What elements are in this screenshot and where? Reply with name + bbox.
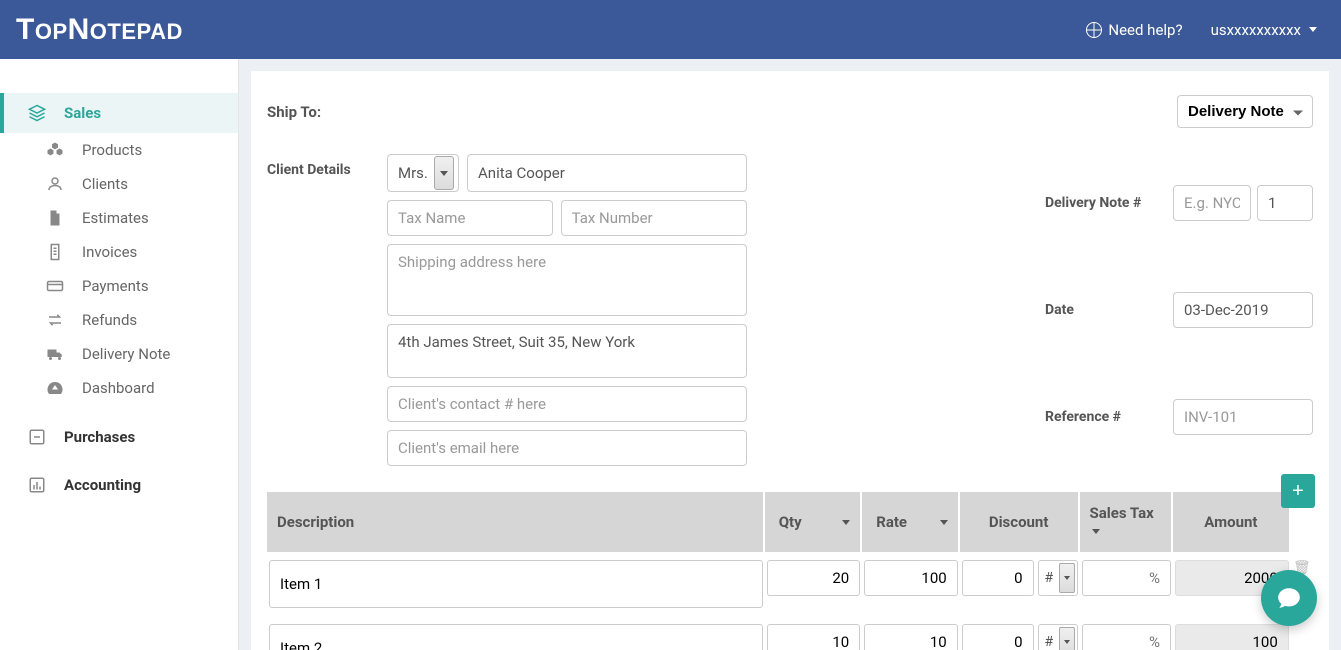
item-description-input[interactable] [269,624,763,650]
sidebar-label: Accounting [64,476,141,494]
th-description[interactable]: Description [267,492,765,552]
user-icon [44,175,66,193]
dn-number-input[interactable] [1257,185,1313,221]
item-qty-input[interactable] [767,560,861,596]
shipping-address-input[interactable] [387,244,747,316]
minus-square-icon [26,428,48,446]
ship-to-label: Ship To: [267,103,321,121]
tax-name-input[interactable] [387,200,553,236]
sidebar-label: Refunds [82,311,137,329]
item-tax-input[interactable] [1082,624,1171,650]
th-rate[interactable]: Rate [862,492,960,552]
sidebar-item-payments[interactable]: Payments [0,269,238,303]
chevron-down-icon [1092,529,1100,534]
sidebar-item-clients[interactable]: Clients [0,167,238,201]
chevron-down-icon [1059,627,1075,650]
document-icon [44,243,66,261]
swap-icon [44,311,66,329]
client-title-select[interactable]: Mrs. [387,154,459,192]
sidebar-label: Estimates [82,209,149,227]
item-amount-output [1175,624,1289,650]
billing-address-input[interactable] [387,324,747,378]
truck-icon [44,345,66,363]
topbar: TOPNOTEPAD Need help? usxxxxxxxxxx [0,0,1341,59]
caret-down-icon [1309,27,1317,32]
sidebar-item-purchases[interactable]: Purchases [0,417,238,457]
chevron-down-icon [434,156,454,190]
sidebar-label: Sales [64,104,101,122]
sidebar-item-sales[interactable]: Sales [0,93,238,133]
delivery-note-number-label: Delivery Note # [1045,195,1165,211]
sidebar-item-dashboard[interactable]: Dashboard [0,371,238,405]
card-icon [44,277,66,295]
sidebar-label: Payments [82,277,149,295]
sidebar-item-products[interactable]: Products [0,133,238,167]
chat-icon [1276,585,1302,611]
chevron-down-icon [842,520,850,525]
layers-icon [26,104,48,122]
username-label: usxxxxxxxxxx [1211,21,1301,39]
item-discount-input[interactable] [962,624,1034,650]
reference-input[interactable] [1173,399,1313,435]
app-logo[interactable]: TOPNOTEPAD [16,13,183,47]
th-qty[interactable]: Qty [765,492,863,552]
user-menu[interactable]: usxxxxxxxxxx [1211,21,1317,39]
need-help-label: Need help? [1108,21,1182,39]
th-discount[interactable]: Discount [960,492,1080,552]
discount-type-value: # [1045,570,1054,586]
sidebar-label: Dashboard [82,379,155,397]
add-row-button[interactable]: + [1281,474,1315,508]
item-rate-input[interactable] [864,560,958,596]
chart-icon [26,476,48,494]
need-help-link[interactable]: Need help? [1086,21,1182,39]
client-name-input[interactable] [467,154,747,192]
cubes-icon [44,141,66,159]
client-details-label: Client Details [267,154,375,466]
sidebar-item-accounting[interactable]: Accounting [0,465,238,505]
item-qty-input[interactable] [767,624,861,650]
chevron-down-icon [1059,563,1075,593]
file-icon [44,209,66,227]
sidebar-item-delivery-note[interactable]: Delivery Note [0,337,238,371]
item-discount-input[interactable] [962,560,1034,596]
gauge-icon [44,379,66,397]
tax-number-input[interactable] [561,200,747,236]
sidebar-item-invoices[interactable]: Invoices [0,235,238,269]
th-sales-tax[interactable]: Sales Tax [1080,492,1173,552]
items-table: Description Qty Rate Discount Sales Tax … [267,492,1313,650]
date-input[interactable] [1173,292,1313,328]
reference-label: Reference # [1045,409,1165,425]
client-email-input[interactable] [387,430,747,466]
item-rate-input[interactable] [864,624,958,650]
item-tax-input[interactable] [1082,560,1171,596]
discount-type-value: # [1045,634,1054,650]
discount-type-select[interactable]: # [1038,560,1078,596]
sidebar-label: Invoices [82,243,137,261]
globe-icon [1086,22,1102,38]
table-row: # [267,616,1313,650]
sidebar-item-refunds[interactable]: Refunds [0,303,238,337]
sidebar-item-estimates[interactable]: Estimates [0,201,238,235]
sidebar: Sales Products Clients Estimates Invoice… [0,59,239,650]
th-amount: Amount [1173,492,1291,552]
table-row: # 🗑 [267,552,1313,616]
date-label: Date [1045,302,1165,318]
doc-type-select[interactable]: Delivery Note [1177,95,1313,128]
sidebar-label: Delivery Note [82,345,170,363]
chevron-down-icon [940,520,948,525]
dn-prefix-input[interactable] [1173,185,1251,221]
sidebar-label: Clients [82,175,128,193]
sidebar-label: Products [82,141,142,159]
item-description-input[interactable] [269,560,763,608]
client-title-value: Mrs. [398,164,428,182]
sidebar-label: Purchases [64,428,135,446]
main-content: Ship To: Delivery Note Client Details Mr… [239,59,1341,650]
discount-type-select[interactable]: # [1038,624,1078,650]
client-contact-input[interactable] [387,386,747,422]
chat-button[interactable] [1261,570,1317,626]
